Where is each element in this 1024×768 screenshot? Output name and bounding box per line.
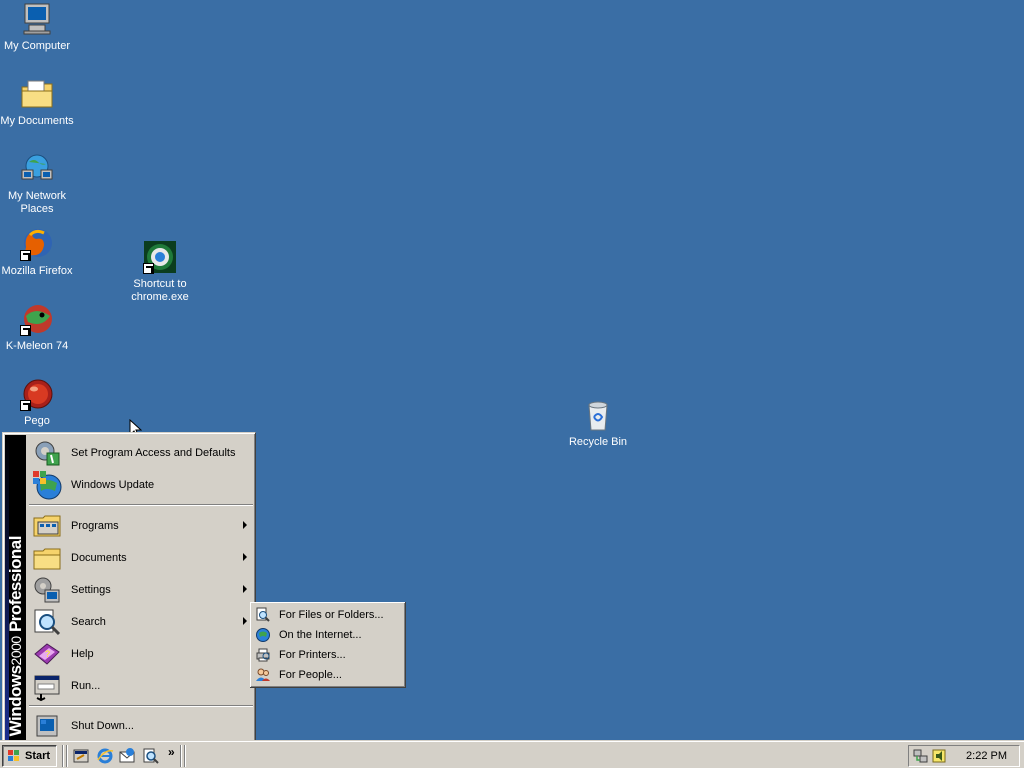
network-icon xyxy=(20,152,54,186)
program-access-icon xyxy=(31,437,63,469)
desktop-icon-label: My Network Places xyxy=(7,190,67,215)
menu-item-label: Windows Update xyxy=(71,479,155,491)
submenu-item-printers[interactable]: For Printers... xyxy=(253,645,403,665)
find-files-icon xyxy=(255,607,271,623)
firefox-icon xyxy=(20,227,54,261)
desktop-icon-label: Shortcut to chrome.exe xyxy=(131,278,189,303)
submenu-arrow-icon xyxy=(243,585,247,593)
outlook-express-icon[interactable] xyxy=(118,747,136,765)
desktop-icon-mozilla-firefox[interactable]: Mozilla Firefox xyxy=(0,227,74,278)
folder-documents-icon xyxy=(20,77,54,111)
taskbar-divider xyxy=(180,745,182,767)
menu-item-shut-down[interactable]: Shut Down... xyxy=(27,710,255,742)
menu-item-label: Shut Down... xyxy=(71,720,134,732)
desktop-icon-label: Recycle Bin xyxy=(568,436,628,448)
desktop-icon-recycle-bin[interactable]: Recycle Bin xyxy=(561,398,635,449)
show-desktop-icon[interactable] xyxy=(72,747,90,765)
desktop-icon-my-documents[interactable]: My Documents xyxy=(0,77,74,128)
people-icon xyxy=(255,667,271,683)
menu-item-settings[interactable]: Settings xyxy=(27,574,255,606)
submenu-item-label: For Files or Folders... xyxy=(279,609,384,621)
menu-separator xyxy=(29,504,253,506)
recycle-bin-icon xyxy=(581,398,615,432)
start-button[interactable]: Start xyxy=(2,745,57,767)
shutdown-icon xyxy=(31,710,63,742)
internet-explorer-icon[interactable] xyxy=(96,747,114,765)
desktop-icon-my-computer[interactable]: My Computer xyxy=(0,2,74,53)
taskbar-divider xyxy=(184,745,186,767)
submenu-arrow-icon xyxy=(243,617,247,625)
taskbar-divider xyxy=(66,745,68,767)
documents-icon xyxy=(31,542,63,574)
menu-item-label: Settings xyxy=(71,584,111,596)
desktop-icon-chrome-shortcut[interactable]: Shortcut to chrome.exe xyxy=(123,240,197,304)
taskbar-clock[interactable]: 2:22 PM xyxy=(966,750,1007,762)
desktop-icon-label: My Computer xyxy=(3,40,71,52)
menu-item-run[interactable]: Run... xyxy=(27,670,255,702)
menu-item-windows-update[interactable]: Windows Update xyxy=(27,469,255,501)
start-button-label: Start xyxy=(25,750,51,762)
desktop-icon-label: K-Meleon 74 xyxy=(5,340,69,352)
menu-item-label: Set Program Access and Defaults xyxy=(71,447,236,459)
chrome-icon xyxy=(143,240,177,274)
desktop-icon-my-network-places[interactable]: My Network Places xyxy=(0,152,74,216)
menu-item-label: Search xyxy=(71,616,106,628)
network-tray-icon[interactable] xyxy=(913,748,929,764)
desktop-icon-label: My Documents xyxy=(0,115,74,127)
settings-icon xyxy=(31,574,63,606)
submenu-arrow-icon xyxy=(243,553,247,561)
submenu-item-people[interactable]: For People... xyxy=(253,665,403,685)
volume-tray-icon[interactable] xyxy=(931,748,947,764)
programs-icon xyxy=(31,510,63,542)
system-tray: 2:22 PM xyxy=(908,745,1020,767)
submenu-item-label: For Printers... xyxy=(279,649,346,661)
menu-item-help[interactable]: ? Help xyxy=(27,638,255,670)
menu-item-search[interactable]: Search xyxy=(27,606,255,638)
start-menu-banner: Windows2000 Professional xyxy=(5,435,26,740)
banner-text: Windows2000 Professional xyxy=(6,535,25,736)
menu-item-label: Programs xyxy=(71,520,119,532)
menu-item-label: Run... xyxy=(71,680,101,692)
quick-launch-more-button[interactable]: » xyxy=(168,745,175,759)
submenu-item-internet[interactable]: On the Internet... xyxy=(253,625,403,645)
menu-item-label: Documents xyxy=(71,552,127,564)
computer-icon xyxy=(20,2,54,36)
start-menu: Windows2000 Professional Set Program Acc… xyxy=(2,432,256,743)
windows-logo-icon xyxy=(8,750,19,761)
menu-item-documents[interactable]: Documents xyxy=(27,542,255,574)
kmeleon-icon xyxy=(20,302,54,336)
desktop-icon-k-meleon[interactable]: K-Meleon 74 xyxy=(0,302,74,353)
taskbar: Start » 2:22 PM xyxy=(0,740,1024,768)
internet-globe-icon xyxy=(255,627,271,643)
submenu-item-label: For People... xyxy=(279,669,342,681)
submenu-item-files-folders[interactable]: For Files or Folders... xyxy=(253,605,403,625)
desktop-icon-label: Pego xyxy=(24,415,50,427)
printer-icon xyxy=(255,647,271,663)
desktop-icon-label: Mozilla Firefox xyxy=(1,265,73,277)
search-icon[interactable] xyxy=(142,747,160,765)
search-submenu: For Files or Folders... On the Internet.… xyxy=(250,602,406,688)
help-icon: ? xyxy=(31,638,63,670)
pego-icon xyxy=(20,377,54,411)
menu-item-set-program-access[interactable]: Set Program Access and Defaults xyxy=(27,437,255,469)
menu-item-label: Help xyxy=(71,648,94,660)
menu-item-programs[interactable]: Programs xyxy=(27,510,255,542)
desktop-icon-pego[interactable]: Pego xyxy=(0,377,74,428)
svg-text:?: ? xyxy=(45,649,50,659)
menu-separator xyxy=(29,705,253,707)
taskbar-divider xyxy=(62,745,64,767)
submenu-arrow-icon xyxy=(243,521,247,529)
windows-update-icon xyxy=(31,469,63,501)
run-icon xyxy=(31,670,63,702)
search-icon xyxy=(31,606,63,638)
submenu-item-label: On the Internet... xyxy=(279,629,362,641)
